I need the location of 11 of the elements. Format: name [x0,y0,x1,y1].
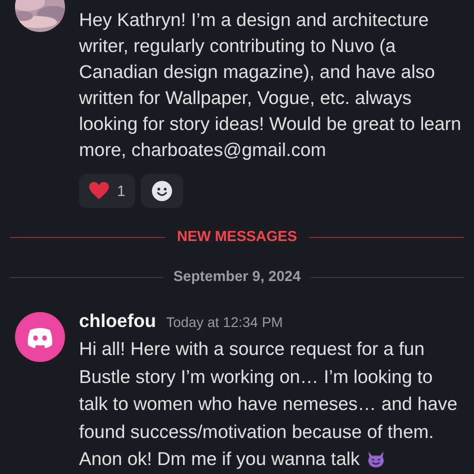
message-text: Anon ok! Dm me if you wanna talk [79,447,360,471]
timestamp: Today at 12:34 PM [166,314,283,330]
heart-icon [89,182,109,200]
add-reaction-button[interactable] [141,174,184,208]
new-messages-divider: NEW MESSAGES [176,229,298,245]
message-text: Hi all! Here with a source request for a fun Bustle story I’m working on… I’m looking to talk to women who have nemeses… and have found success/motivation because of them. [79,337,458,444]
message-text: Hey Kathryn! I’m a design and architecture writer, regularly contributing to Nuvo (a Canadian design magazine), and have also written for Wallpaper, Vogue, etc. always looking for story ideas! Would be great to learn more, charboates@gmail.com [79,8,462,162]
heart-reaction[interactable]: 1 [79,174,136,208]
date-divider: September 9, 2024 [172,269,302,285]
smiley-icon [151,180,174,202]
author-name[interactable]: chloefou [79,310,156,332]
